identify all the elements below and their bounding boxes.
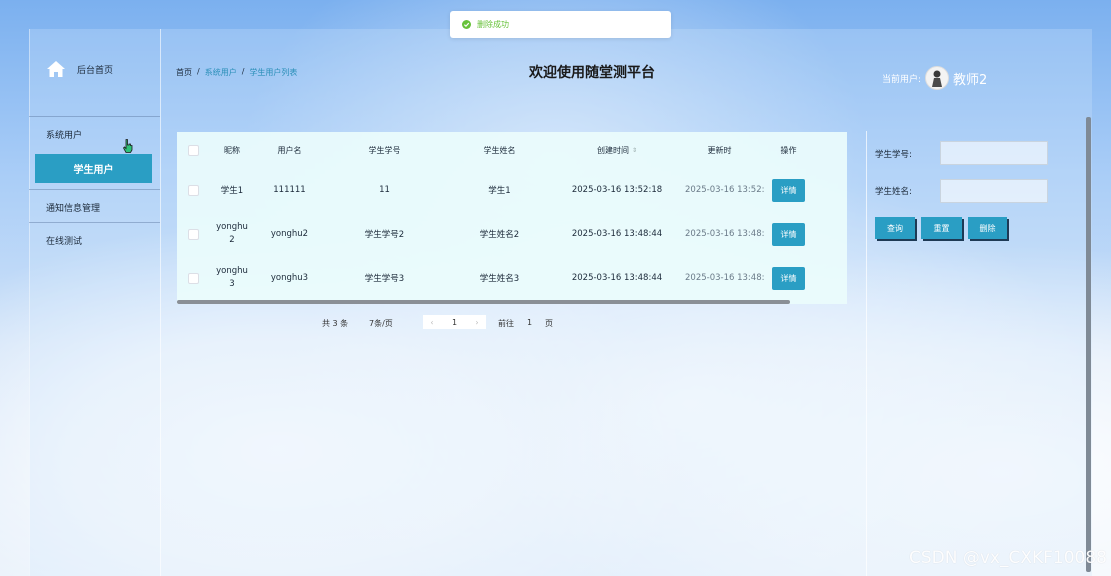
column-header-label: 创建时间 [596, 145, 629, 155]
sidebar-item-notifications[interactable]: 通知信息管理 [46, 201, 100, 214]
divider [29, 189, 160, 190]
delete-button[interactable]: 删除 [968, 217, 1007, 239]
select-all-checkbox[interactable] [187, 144, 199, 156]
next-page-button[interactable]: › [468, 315, 486, 329]
cell-created: 2025-03-16 13:48:44 [571, 273, 663, 283]
cell-username: 111111 [273, 185, 306, 195]
cell-updated: 2025-03-16 13:48: [685, 229, 765, 239]
sidebar-item-label: 学生用户 [73, 165, 114, 176]
search-panel: 学生学号: 学生姓名: [866, 131, 1089, 576]
detail-button-wrapper: 详情 [772, 256, 805, 300]
detail-button[interactable]: 详情 [772, 222, 805, 246]
cell-student-no: 学生学号3 [364, 274, 405, 284]
success-toast: 删除成功 [450, 11, 671, 38]
breadcrumb-separator: / [197, 67, 200, 76]
column-header: 昵称 [224, 145, 240, 155]
cell-student-name: 学生姓名3 [479, 274, 520, 284]
breadcrumb-separator: / [241, 67, 245, 76]
cell-created: 2025-03-16 13:48:44 [571, 229, 663, 239]
current-user-label: 当前用户: [882, 74, 922, 85]
chevron-right-icon: › [475, 317, 479, 327]
chevron-left-icon: ‹ [430, 317, 434, 327]
breadcrumb-current: 学生用户列表 [249, 68, 298, 77]
student-name-label: 学生姓名: [875, 187, 912, 197]
cell-created: 2025-03-16 13:52:18 [571, 185, 663, 195]
column-header: 学生姓名 [483, 145, 516, 155]
cell-username: yonghu2 [270, 229, 309, 239]
sidebar-home[interactable]: 后台首页 [47, 61, 113, 77]
current-user: 当前用户: 教师2 [882, 66, 987, 90]
sidebar-item-label: 通知信息管理 [46, 204, 101, 214]
cell-nickname-text: yonghu2 [216, 222, 248, 245]
breadcrumb: 首页 / 系统用户 / 学生用户列表 [176, 67, 297, 78]
pagination-goto-input[interactable]: 1 [527, 318, 532, 327]
student-name-input[interactable] [940, 179, 1048, 203]
home-icon [47, 61, 65, 77]
cell-student-name: 学生1 [488, 186, 511, 196]
table-row: yonghu2 yonghu2 学生学号2 学生姓名2 2025-03-16 1… [177, 212, 847, 256]
breadcrumb-home[interactable]: 首页 [176, 67, 192, 78]
sidebar-item-system-users[interactable]: 系统用户 [46, 128, 82, 141]
avatar[interactable] [925, 66, 950, 90]
column-header-created[interactable]: 创建时间 ⇕ [572, 132, 662, 168]
sidebar-home-label: 后台首页 [77, 65, 114, 76]
cell-nickname-text: yonghu3 [216, 266, 248, 289]
breadcrumb-system-users[interactable]: 系统用户 [205, 67, 237, 78]
table-row: 学生1 111111 11 学生1 2025-03-16 13:52:18 20… [177, 168, 847, 212]
sort-icon[interactable]: ⇕ [632, 147, 637, 154]
column-header: 操作 [780, 145, 797, 155]
detail-button[interactable]: 详情 [772, 266, 805, 290]
cell-student-no: 11 [379, 185, 390, 195]
cell-student-name: 学生姓名2 [479, 230, 520, 240]
prev-page-button[interactable]: ‹ [423, 315, 441, 329]
table-header: 昵称 用户名 学生学号 学生姓名 创建时间 ⇕ 更新时 操作 [177, 132, 847, 168]
row-checkbox[interactable] [187, 184, 199, 196]
page-vertical-scrollbar[interactable] [1086, 117, 1091, 572]
divider [29, 222, 160, 223]
toast-message: 删除成功 [477, 20, 509, 29]
cell-updated: 2025-03-16 13:48: [685, 273, 765, 283]
sidebar-item-label: 系统用户 [46, 131, 83, 141]
table-row: yonghu3 yonghu3 学生学号3 学生姓名3 2025-03-16 1… [177, 256, 847, 300]
student-no-label: 学生学号: [875, 150, 912, 160]
query-button[interactable]: 查询 [875, 217, 915, 239]
page-title: 欢迎使用随堂测平台 [529, 65, 655, 81]
table-horizontal-scrollbar[interactable] [177, 300, 790, 304]
column-header: 学生学号 [368, 145, 401, 155]
sidebar: 后台首页 系统用户 学生用户 通知信息管理 在线测试 [29, 29, 161, 576]
pagination-goto-label: 前往 [498, 319, 514, 328]
detail-button-wrapper: 详情 [772, 168, 805, 212]
sidebar-item-online-test[interactable]: 在线测试 [46, 234, 82, 247]
student-no-input[interactable] [940, 141, 1048, 165]
cell-nickname: 学生1 [220, 186, 244, 196]
sidebar-item-label: 在线测试 [46, 237, 83, 247]
sidebar-item-student-users[interactable]: 学生用户 [35, 154, 152, 183]
cell-student-no: 学生学号2 [364, 230, 405, 240]
row-checkbox[interactable] [187, 228, 199, 240]
pagination-page-suffix: 页 [545, 319, 553, 328]
pagination-page-size[interactable]: 7条/页 [369, 318, 393, 329]
cell-nickname: yonghu2 [207, 212, 257, 256]
cell-updated: 2025-03-16 13:52: [685, 185, 765, 195]
column-header: 用户名 [277, 145, 302, 155]
user-avatar-icon [932, 70, 943, 87]
watermark: CSDN @vx_CXKF10088 [908, 548, 1107, 568]
pagination-total: 共 3 条 [322, 319, 349, 328]
reset-button[interactable]: 重置 [921, 217, 962, 239]
cell-nickname: yonghu3 [207, 256, 257, 300]
cell-username: yonghu3 [270, 273, 309, 283]
column-header: 更新时 [707, 145, 732, 155]
row-checkbox[interactable] [187, 272, 199, 284]
page-number-button[interactable]: 1 [441, 315, 468, 329]
divider [29, 116, 160, 117]
student-table: 昵称 用户名 学生学号 学生姓名 创建时间 ⇕ 更新时 操作 学生1 11111… [177, 132, 847, 304]
hand-cursor-icon [123, 139, 133, 153]
detail-button-wrapper: 详情 [772, 212, 805, 256]
check-circle-icon [462, 20, 471, 29]
detail-button[interactable]: 详情 [772, 178, 805, 202]
current-user-name: 教师2 [953, 72, 988, 88]
